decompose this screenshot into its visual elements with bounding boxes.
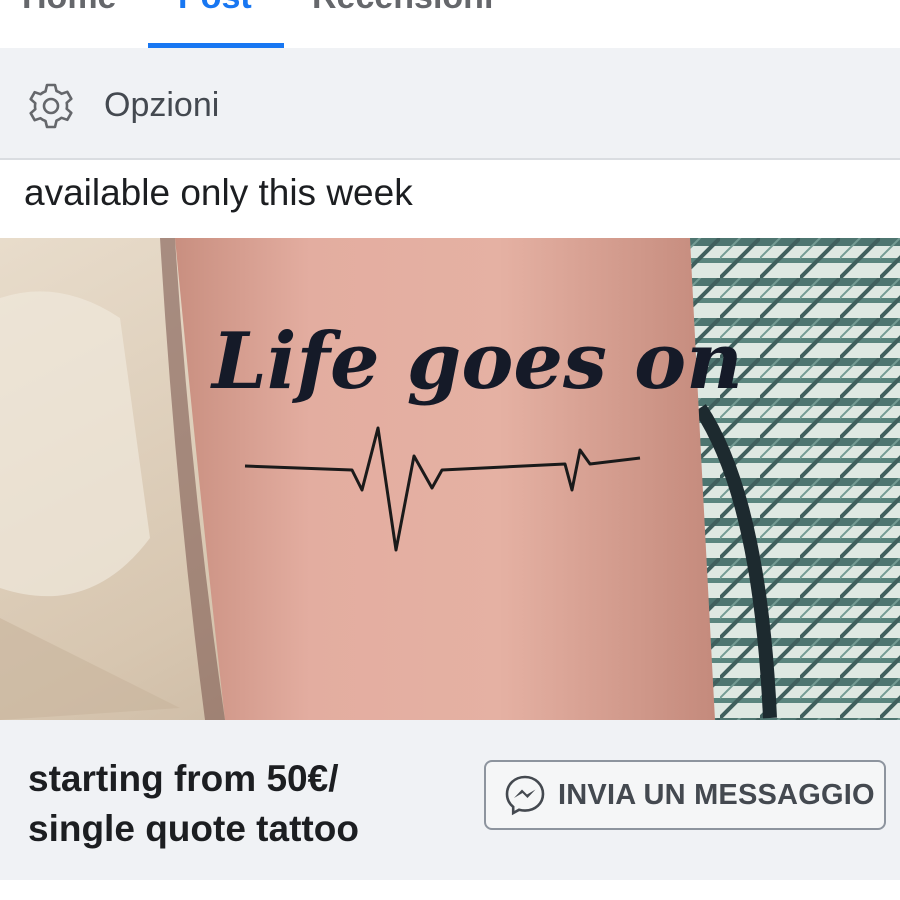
tab-reviews[interactable]: Recensioni [312, 0, 493, 17]
options-row[interactable]: Opzioni [0, 48, 900, 160]
messenger-icon [505, 775, 545, 816]
post-caption: available only this week [24, 172, 413, 213]
tab-home[interactable]: Home [22, 0, 116, 17]
send-message-label: INVIA UN MESSAGGIO [558, 778, 875, 811]
tattoo-text: Life goes on [210, 316, 743, 407]
offer-line-1: starting from 50€/ [28, 758, 339, 799]
bottom-spacer [0, 880, 900, 900]
tab-post[interactable]: Post [178, 0, 252, 17]
gear-icon [29, 83, 73, 129]
send-message-button[interactable]: INVIA UN MESSAGGIO [484, 760, 886, 830]
tattoo-photo[interactable]: Life goes on [0, 238, 900, 720]
ad-footer: starting from 50€/ single quote tattoo I… [0, 720, 900, 880]
options-label: Opzioni [104, 86, 220, 124]
tab-bar: Home Post Recensioni [0, 0, 900, 48]
offer-text: starting from 50€/ single quote tattoo [28, 754, 359, 854]
offer-line-2: single quote tattoo [28, 808, 359, 849]
